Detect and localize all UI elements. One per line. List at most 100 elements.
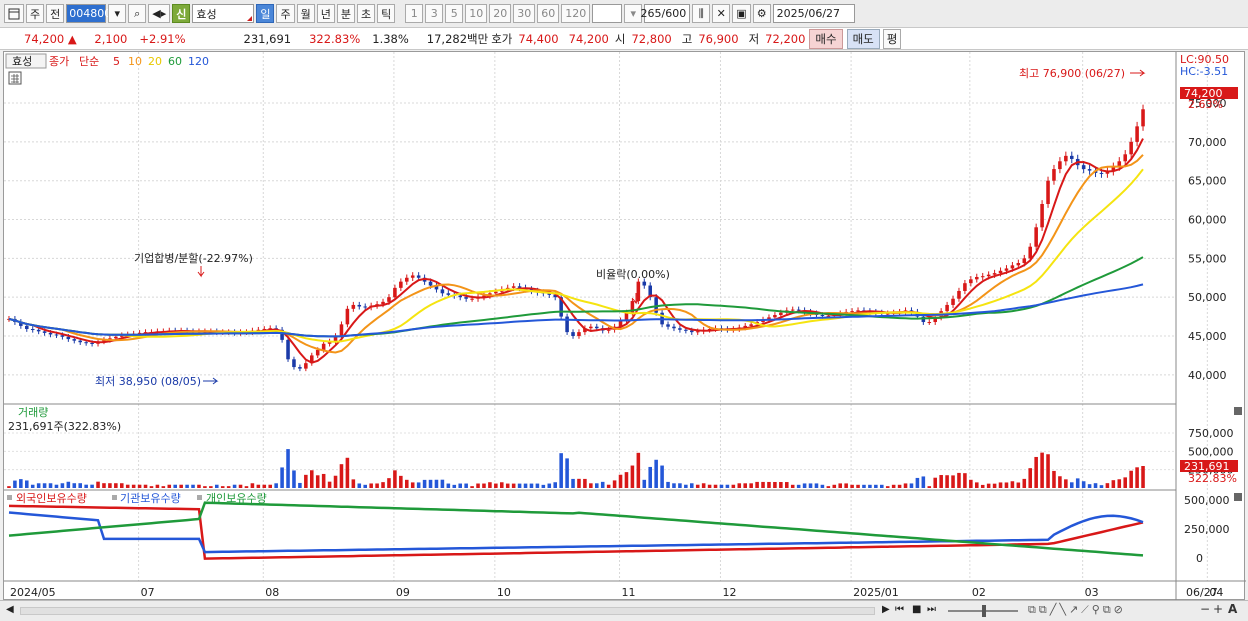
candle-body bbox=[304, 363, 308, 369]
last-page-icon[interactable]: ⏭ bbox=[927, 604, 936, 615]
volume-bar bbox=[226, 486, 231, 488]
date-input[interactable]: 2025/06/27 bbox=[772, 4, 855, 23]
bid-price-2: 74,200 bbox=[568, 31, 609, 46]
volume-bar bbox=[648, 466, 652, 488]
interval-3-button[interactable]: 3 bbox=[425, 4, 444, 23]
volume-bar bbox=[416, 482, 421, 488]
interval-10-button[interactable]: 10 bbox=[465, 4, 488, 23]
interval-20-button[interactable]: 20 bbox=[489, 4, 512, 23]
market-type-select[interactable]: 주 bbox=[26, 4, 45, 23]
interval-120-button[interactable]: 120 bbox=[561, 4, 591, 23]
interval-1-button[interactable]: 1 bbox=[405, 4, 424, 23]
save-icon[interactable]: ▣ bbox=[732, 4, 751, 23]
stock-name-input[interactable]: 효성 bbox=[192, 4, 255, 23]
scroll-right-icon[interactable]: ▶ bbox=[882, 604, 890, 615]
low-arrow-icon bbox=[203, 377, 219, 385]
candle-body bbox=[992, 273, 997, 275]
volume-bar bbox=[600, 481, 605, 488]
candle-body bbox=[1058, 161, 1062, 170]
period-year-button[interactable]: 년 bbox=[316, 4, 335, 23]
volume-bar bbox=[321, 473, 326, 488]
scroll-track[interactable] bbox=[20, 607, 875, 615]
crosshair-icon[interactable]: ✕ bbox=[712, 4, 731, 23]
code-dropdown-icon[interactable]: ▾ bbox=[108, 4, 127, 23]
volume-bar bbox=[428, 479, 433, 488]
volume-bar bbox=[529, 483, 534, 488]
average-button[interactable]: 평 bbox=[882, 28, 902, 49]
holding-lines-group bbox=[8, 501, 1144, 560]
candle-body bbox=[672, 326, 676, 329]
volume-bar bbox=[280, 467, 284, 488]
zoom-in-icon[interactable]: + bbox=[1213, 602, 1223, 616]
period-second-button[interactable]: 초 bbox=[356, 4, 376, 23]
search-icon[interactable]: ⌕ bbox=[128, 4, 147, 23]
interval-custom-input[interactable] bbox=[592, 4, 623, 23]
volume-bar bbox=[161, 486, 166, 488]
candle-body bbox=[998, 270, 1003, 274]
holding-pane-close-icon[interactable] bbox=[1234, 493, 1242, 501]
volume-bar bbox=[1052, 470, 1056, 488]
scroll-left-icon[interactable]: ◀ bbox=[6, 604, 14, 615]
quote-bar: 74,200 ▲ 2,100 +2.91% 231,691 322.83% 1.… bbox=[0, 28, 1248, 50]
volume-bar bbox=[1016, 482, 1021, 488]
period-tick-button[interactable]: 틱 bbox=[377, 4, 396, 23]
sell-button[interactable]: 매도 bbox=[846, 28, 880, 49]
period-minute-button[interactable]: 분 bbox=[336, 4, 355, 23]
candle-body bbox=[1004, 268, 1009, 271]
candle-body bbox=[25, 325, 29, 330]
candle-body bbox=[820, 315, 825, 317]
volume-bar bbox=[630, 465, 635, 488]
interval-dropdown-icon[interactable]: ▾ bbox=[624, 4, 643, 23]
new-badge[interactable]: 신 bbox=[172, 4, 191, 23]
period-day-button[interactable]: 일 bbox=[256, 4, 275, 23]
speaker-icon[interactable]: ◀▸ bbox=[148, 4, 171, 23]
volume-bar bbox=[523, 483, 528, 488]
interval-5-button[interactable]: 5 bbox=[445, 4, 464, 23]
merger-annotation: 기업합병/분할(-22.97%) bbox=[134, 252, 253, 265]
volume-bar bbox=[701, 483, 706, 488]
price-chart-svg[interactable]: 효성 종가 단순 5 10 20 60 120 최고 76,900 (06/27… bbox=[4, 52, 1246, 601]
volume-pane-close-icon[interactable] bbox=[1234, 407, 1242, 415]
volume-bar bbox=[410, 482, 415, 488]
individual-legend-icon bbox=[197, 495, 202, 500]
current-price: 74,200 bbox=[24, 31, 65, 46]
candle-icon[interactable]: ⫼ bbox=[692, 4, 711, 23]
volume-bar bbox=[19, 479, 23, 488]
volume-bar bbox=[761, 481, 765, 488]
font-size-icon[interactable]: A bbox=[1228, 602, 1237, 616]
volume-bar bbox=[755, 481, 759, 488]
interval-30-button[interactable]: 30 bbox=[513, 4, 536, 23]
prev-button[interactable]: 전 bbox=[46, 4, 65, 23]
stock-code-input[interactable]: 004800 bbox=[66, 4, 111, 23]
candle-body bbox=[387, 297, 391, 302]
zoom-slider-handle[interactable] bbox=[982, 605, 986, 617]
candle-body bbox=[416, 275, 421, 278]
ratio-annotation: 비율락(0.00%) bbox=[596, 268, 670, 281]
chart-menu-button[interactable] bbox=[4, 4, 24, 23]
x-tick-label: 11 bbox=[622, 586, 636, 599]
chart-container[interactable]: 효성 종가 단순 5 10 20 60 120 최고 76,900 (06/27… bbox=[3, 51, 1246, 601]
period-month-button[interactable]: 월 bbox=[296, 4, 315, 23]
first-page-icon[interactable]: ⏮ bbox=[895, 604, 904, 615]
drawing-tools-icon[interactable]: ⧉⧉╱╲↗⟋⚲⧉⊘ bbox=[1028, 603, 1126, 617]
volume-bar bbox=[464, 483, 468, 488]
volume-bar bbox=[78, 483, 82, 488]
volume-bar bbox=[42, 483, 47, 488]
zoom-out-icon[interactable]: − bbox=[1200, 602, 1210, 616]
volume-bar bbox=[565, 458, 569, 488]
volume-bar bbox=[517, 483, 522, 488]
volume-bar bbox=[666, 481, 670, 488]
high-label: 고 bbox=[681, 31, 693, 46]
buy-button[interactable]: 매수 bbox=[809, 28, 843, 49]
chart-title[interactable]: 효성 bbox=[12, 55, 32, 68]
period-week-button[interactable]: 주 bbox=[276, 4, 295, 23]
stop-icon[interactable]: ■ bbox=[912, 604, 921, 615]
bottom-scrollbar[interactable]: ◀ ▶ ⏮ ■ ⏭ ⧉⧉╱╲↗⟋⚲⧉⊘ − + A bbox=[0, 600, 1248, 621]
data-count-input[interactable]: 265/600 bbox=[641, 4, 691, 23]
candle-body bbox=[357, 304, 362, 307]
volume-bar bbox=[885, 486, 890, 488]
interval-60-button[interactable]: 60 bbox=[537, 4, 560, 23]
candle-body bbox=[945, 304, 949, 312]
gear-icon[interactable]: ⚙ bbox=[752, 4, 771, 23]
volume-bar bbox=[808, 483, 813, 488]
